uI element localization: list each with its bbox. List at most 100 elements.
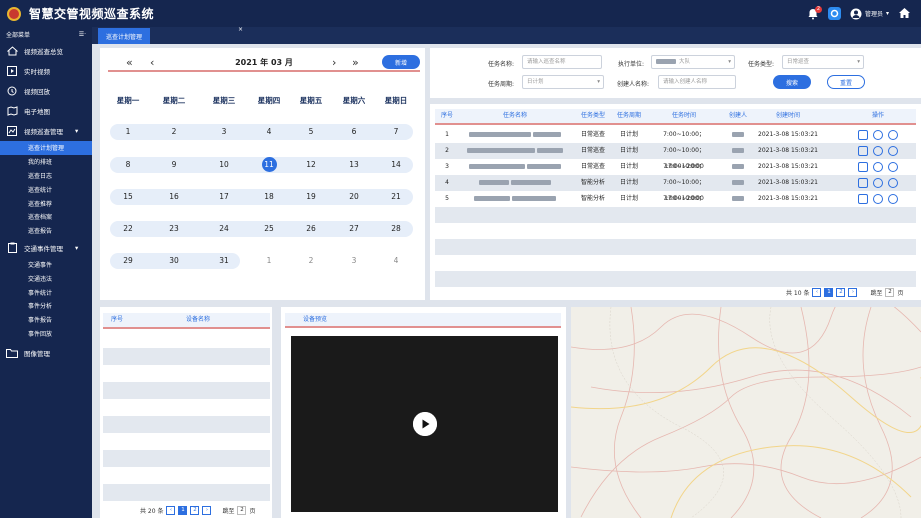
table-row[interactable]: [435, 255, 916, 271]
play-circle-icon[interactable]: [873, 130, 883, 140]
tab-close-icon[interactable]: ×: [238, 26, 243, 33]
map-panel[interactable]: [571, 307, 921, 518]
device-row[interactable]: [103, 382, 270, 399]
delete-circle-icon[interactable]: [888, 162, 898, 172]
calendar-day[interactable]: 24: [204, 221, 244, 237]
page-2-button[interactable]: 2: [190, 506, 200, 515]
search-button[interactable]: 搜索: [773, 75, 811, 89]
calendar-day[interactable]: 6: [334, 124, 374, 140]
sidebar-subitem[interactable]: 巡查档案: [0, 210, 92, 224]
delete-circle-icon[interactable]: [888, 194, 898, 204]
collapse-menu-icon[interactable]: ☰·: [79, 31, 86, 38]
device-row[interactable]: [103, 331, 270, 348]
edit-icon[interactable]: [858, 178, 868, 188]
table-row[interactable]: 2 日常巡查 日计划 7:00~10:00；17:00~20:00 2021-3-08…: [435, 143, 916, 170]
calendar-day[interactable]: 5: [291, 124, 331, 140]
calendar-day[interactable]: 29: [108, 253, 148, 269]
settings-gear-icon[interactable]: [827, 7, 841, 20]
play-button-icon[interactable]: [413, 412, 437, 436]
sidebar-item-map[interactable]: 电子地图: [0, 101, 92, 121]
device-row[interactable]: [103, 399, 270, 416]
calendar-day[interactable]: 12: [291, 157, 331, 173]
sidebar-subitem[interactable]: 我的排班: [0, 155, 92, 169]
edit-icon[interactable]: [858, 194, 868, 204]
delete-circle-icon[interactable]: [888, 178, 898, 188]
sidebar-subitem[interactable]: 事件分析: [0, 299, 92, 313]
prev-page-button[interactable]: ‹: [166, 506, 176, 515]
table-row[interactable]: 3 日常巡查日计划7:00~10:00；17:00~20:002021-3-08…: [435, 159, 916, 186]
calendar-day[interactable]: 23: [154, 221, 194, 237]
page-1-button[interactable]: 1: [178, 506, 188, 515]
calendar-day[interactable]: 16: [154, 189, 194, 205]
calendar-day[interactable]: 19: [291, 189, 331, 205]
calendar-day[interactable]: 1: [249, 253, 289, 269]
sidebar-subitem[interactable]: 巡查报告: [0, 224, 92, 238]
device-row[interactable]: [103, 484, 270, 501]
calendar-day[interactable]: 10: [204, 157, 244, 173]
table-row[interactable]: 5 智能分析日计划7:00~10:00；17:00~20:002021-3-08…: [435, 191, 916, 218]
calendar-day[interactable]: 20: [334, 189, 374, 205]
calendar-day[interactable]: 14: [376, 157, 416, 173]
goto-page-input[interactable]: 2: [885, 288, 895, 297]
calendar-day[interactable]: 26: [291, 221, 331, 237]
sidebar-subitem[interactable]: 交通事件: [0, 258, 92, 272]
sidebar-subitem[interactable]: 事件报告: [0, 313, 92, 327]
calendar-day[interactable]: 11: [249, 157, 289, 173]
edit-icon[interactable]: [858, 146, 868, 156]
next-year-button[interactable]: »: [352, 56, 359, 69]
play-circle-icon[interactable]: [873, 194, 883, 204]
calendar-day[interactable]: 3: [334, 253, 374, 269]
device-row[interactable]: [103, 433, 270, 450]
play-circle-icon[interactable]: [873, 146, 883, 156]
sidebar-subitem[interactable]: 巡查推荐: [0, 196, 92, 210]
task-type-select[interactable]: 日常巡查: [782, 55, 864, 69]
calendar-day[interactable]: 2: [291, 253, 331, 269]
next-page-button[interactable]: ›: [202, 506, 212, 515]
play-circle-icon[interactable]: [873, 162, 883, 172]
calendar-day[interactable]: 18: [249, 189, 289, 205]
creator-input[interactable]: 请输入创建人名称: [658, 75, 736, 89]
sidebar-item-live-video[interactable]: 实时视频: [0, 61, 92, 81]
table-row[interactable]: 1 日常巡查日计划7:00~10:00；17:00~20:002021-3-08…: [435, 127, 916, 154]
next-month-button[interactable]: ›: [332, 56, 336, 69]
sidebar-subitem[interactable]: 巡查日志: [0, 169, 92, 183]
calendar-day[interactable]: 25: [249, 221, 289, 237]
table-row[interactable]: [435, 207, 916, 223]
delete-circle-icon[interactable]: [888, 146, 898, 156]
unit-select[interactable]: 大队: [651, 55, 735, 69]
prev-month-button[interactable]: ‹: [150, 56, 154, 69]
task-period-select[interactable]: 日计划: [522, 75, 604, 89]
sidebar-subitem[interactable]: 交通违法: [0, 271, 92, 285]
goto-page-input[interactable]: 2: [237, 506, 247, 515]
calendar-day[interactable]: 13: [334, 157, 374, 173]
calendar-day[interactable]: 30: [154, 253, 194, 269]
calendar-day[interactable]: 21: [376, 189, 416, 205]
video-player[interactable]: [291, 336, 558, 512]
sidebar-subitem[interactable]: 事件统计: [0, 285, 92, 299]
sidebar-item-traffic-events[interactable]: 交通事件管理 ▾: [0, 238, 92, 258]
calendar-day[interactable]: 28: [376, 221, 416, 237]
calendar-day[interactable]: 4: [376, 253, 416, 269]
sidebar-subitem[interactable]: 巡查统计: [0, 182, 92, 196]
edit-icon[interactable]: [858, 130, 868, 140]
sidebar-item-overview[interactable]: 视频巡查总览: [0, 41, 92, 61]
calendar-day[interactable]: 17: [204, 189, 244, 205]
calendar-day[interactable]: 15: [108, 189, 148, 205]
device-row[interactable]: [103, 348, 270, 365]
table-row[interactable]: 4 智能分析 日计划 7:00~10:00；17:00~20:00 2021-3-08…: [435, 175, 916, 202]
reset-button[interactable]: 重置: [827, 75, 865, 89]
table-row[interactable]: [435, 223, 916, 239]
device-row[interactable]: [103, 416, 270, 433]
new-button[interactable]: 新增: [382, 55, 420, 69]
prev-year-button[interactable]: «: [126, 56, 133, 69]
sidebar-subitem[interactable]: 事件回放: [0, 327, 92, 341]
calendar-day[interactable]: 3: [204, 124, 244, 140]
device-row[interactable]: [103, 467, 270, 484]
prev-page-button[interactable]: ‹: [812, 288, 822, 297]
sidebar-item-image-management[interactable]: 图像管理: [0, 343, 92, 363]
next-page-button[interactable]: ›: [848, 288, 858, 297]
device-row[interactable]: [103, 365, 270, 382]
device-row[interactable]: [103, 450, 270, 467]
calendar-day[interactable]: 7: [376, 124, 416, 140]
calendar-day[interactable]: 31: [204, 253, 244, 269]
